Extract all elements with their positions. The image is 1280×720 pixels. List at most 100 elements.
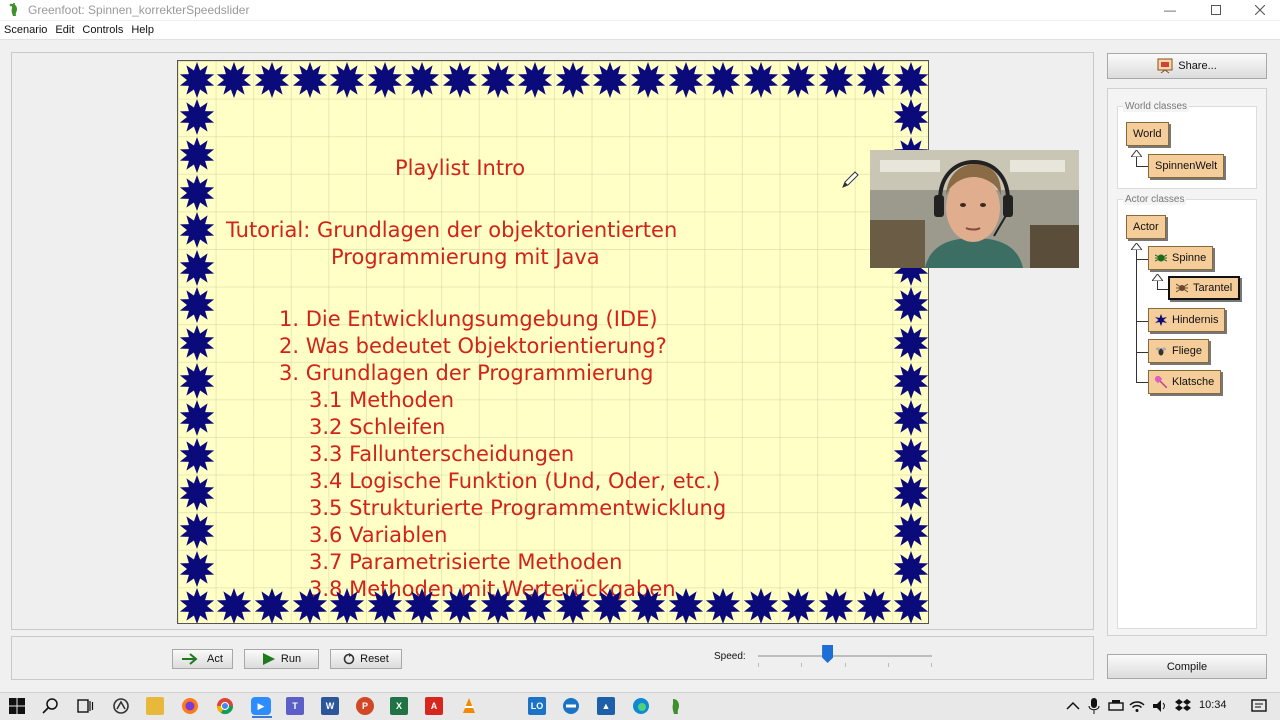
spider-icon <box>1155 254 1167 262</box>
slide-tutorial-line1: Tutorial: Grundlagen der objektorientier… <box>226 218 678 242</box>
obstacle-star-icon <box>894 475 928 512</box>
obstacle-star-icon <box>217 61 252 98</box>
class-klatsche[interactable]: Klatsche <box>1148 370 1222 394</box>
class-spinnenwelt[interactable]: SpinnenWelt <box>1148 154 1225 178</box>
reset-button[interactable]: Reset <box>330 649 402 669</box>
actor-classes-label: Actor classes <box>1123 194 1187 205</box>
slide-item: 3.1 Methoden <box>309 388 455 412</box>
run-button[interactable]: Run <box>244 649 319 669</box>
obstacle-star-icon <box>217 588 252 623</box>
teams-icon[interactable]: T <box>286 697 304 715</box>
excel-icon[interactable]: X <box>390 697 408 715</box>
act-icon <box>182 653 198 665</box>
reset-label: Reset <box>360 653 389 665</box>
tree-line <box>1136 250 1137 382</box>
lo-icon[interactable]: LO <box>528 697 546 715</box>
notification-icon[interactable] <box>1250 697 1268 715</box>
share-icon <box>1157 58 1173 74</box>
obstacle-star-icon <box>894 550 928 587</box>
clock-time[interactable]: 10:34 <box>1199 699 1227 711</box>
obstacle-star-icon <box>480 588 515 623</box>
menu-controls[interactable]: Controls <box>82 24 123 36</box>
greenfoot-icon <box>9 3 17 16</box>
obstacle-star-icon <box>179 437 214 474</box>
firefox-icon[interactable] <box>181 697 199 715</box>
obstacle-star-icon <box>781 61 816 98</box>
word-icon[interactable]: W <box>321 697 339 715</box>
obstacle-star-icon <box>442 588 478 623</box>
class-actor[interactable]: Actor <box>1126 215 1166 239</box>
microphone-icon[interactable] <box>1085 697 1103 715</box>
obstacle-star-icon <box>555 588 590 623</box>
obstacle-star-icon <box>818 61 854 98</box>
menu-scenario[interactable]: Scenario <box>4 24 47 36</box>
windows-start-icon[interactable] <box>8 697 26 715</box>
obstacle-star-icon <box>1155 314 1167 326</box>
vlc-icon[interactable] <box>460 697 478 715</box>
acrobat-icon[interactable]: A <box>425 697 443 715</box>
obstacle-star-icon <box>179 550 214 587</box>
obstacle-star-icon <box>894 437 928 474</box>
class-world[interactable]: World <box>1126 122 1169 146</box>
class-spinne[interactable]: Spinne <box>1148 246 1214 270</box>
greenfoot-icon[interactable] <box>667 697 685 715</box>
world-canvas[interactable]: Playlist Intro Tutorial: Grundlagen der … <box>177 60 929 624</box>
class-world-label: World <box>1133 128 1162 140</box>
chrome-icon[interactable] <box>216 697 234 715</box>
play-icon <box>262 653 275 665</box>
class-tarantel-label: Tarantel <box>1193 282 1233 294</box>
tarantula-icon <box>1176 283 1188 293</box>
edge-icon[interactable] <box>632 697 650 715</box>
obstacle-star-icon <box>894 588 928 623</box>
act-button[interactable]: Act <box>172 649 233 669</box>
inherit-arrow-icon <box>1131 243 1142 250</box>
obstacle-star-icon <box>442 61 478 98</box>
obstacle-star-icon <box>179 287 214 324</box>
obstacle-star-icon <box>743 588 778 623</box>
obstacle-star-icon <box>254 61 290 98</box>
fly-icon <box>1156 347 1166 356</box>
class-hindernis[interactable]: Hindernis <box>1148 308 1226 332</box>
slide-item: 3. Grundlagen der Programmierung <box>279 361 654 385</box>
slide-item: 1. Die Entwicklungsumgebung (IDE) <box>279 307 658 331</box>
close-icon[interactable] <box>1240 0 1280 20</box>
class-fliege[interactable]: Fliege <box>1148 339 1209 363</box>
inherit-arrow-icon <box>1152 274 1163 281</box>
compile-button[interactable]: Compile <box>1107 654 1267 679</box>
reset-icon <box>343 653 355 665</box>
whiteboard-icon[interactable]: ▲ <box>597 697 615 715</box>
search-icon[interactable] <box>42 697 60 715</box>
file-explorer-icon[interactable] <box>146 697 164 715</box>
obstacle-star-icon <box>856 61 891 98</box>
zoom-icon[interactable]: ▶ <box>251 697 271 715</box>
powerpoint-icon[interactable]: P <box>356 697 374 715</box>
compile-label: Compile <box>1166 660 1208 673</box>
task-view-icon[interactable] <box>76 697 94 715</box>
obstacle-star-icon <box>856 588 891 623</box>
class-spinne-label: Spinne <box>1172 252 1207 264</box>
slide-item: 3.7 Parametrisierte Methoden <box>309 550 623 574</box>
obstacle-star-icon <box>179 212 214 249</box>
wifi-icon[interactable] <box>1128 697 1146 715</box>
slider-tick <box>931 663 932 667</box>
speed-slider-track[interactable] <box>758 655 932 657</box>
app-icon[interactable] <box>112 697 130 715</box>
obstacle-star-icon <box>179 325 214 361</box>
obstacle-star-icon <box>405 588 440 623</box>
speaker-icon[interactable] <box>1151 697 1169 715</box>
obstacle-star-icon <box>330 588 365 623</box>
dropbox-icon[interactable] <box>1174 697 1192 715</box>
obstacle-star-icon <box>179 99 214 136</box>
maximize-icon[interactable] <box>1196 0 1236 20</box>
obstacle-star-icon <box>818 588 854 623</box>
chevron-up-icon[interactable] <box>1064 697 1082 715</box>
menu-edit[interactable]: Edit <box>55 24 74 36</box>
minimize-icon[interactable]: — <box>1150 0 1190 20</box>
obstacle-star-icon <box>292 588 327 623</box>
app-icon-2[interactable] <box>562 697 580 715</box>
swatter-icon <box>1155 376 1167 388</box>
hardware-icon[interactable] <box>1107 697 1125 715</box>
menu-help[interactable]: Help <box>131 24 154 36</box>
class-tarantel[interactable]: Tarantel <box>1168 276 1241 300</box>
share-button[interactable]: Share... <box>1107 53 1267 79</box>
